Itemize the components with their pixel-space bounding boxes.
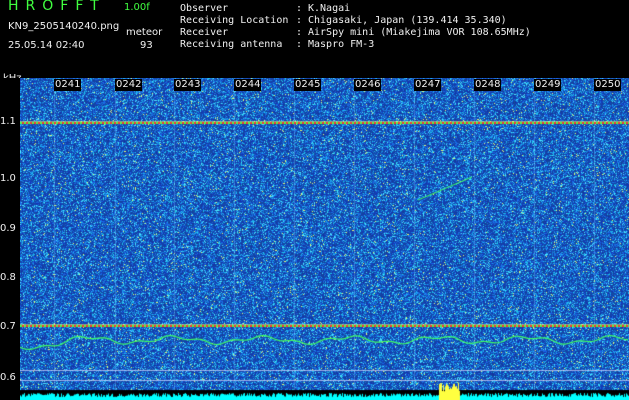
y-tick-label: 0.6 [0,372,16,383]
x-tick-label: 0244 [234,79,262,91]
datetime-label: 25.05.14 02:40 [8,40,85,51]
x-tick-label: 0245 [294,79,322,91]
colon: : [296,39,303,50]
filename-label: KN9_2505140240.png [8,21,120,32]
location-label: Receiving Location [180,15,289,26]
spectrogram-canvas [20,78,629,400]
observer-label: Observer [180,3,229,14]
x-tick-label: 0248 [474,79,502,91]
colon: : [296,3,303,14]
colon: : [296,15,303,26]
y-tick-label: 0.7 [0,321,16,332]
y-tick-label: 0.8 [0,272,16,283]
colon: : [296,27,303,38]
mode-label: meteor [126,27,163,38]
y-tick-label: 1.1 [0,116,16,127]
x-tick-label: 0243 [174,79,202,91]
mode-value: 93 [140,40,153,51]
receiver-label: Receiver [180,27,229,38]
y-tick-label: 0.9 [0,223,16,234]
x-tick-label: 0247 [414,79,442,91]
x-tick-label: 0242 [115,79,143,91]
y-tick-label: 1.0 [0,173,16,184]
version-label: 1.00f [124,2,150,13]
x-tick-label: 0250 [594,79,622,91]
x-tick-label: 0249 [534,79,562,91]
antenna-value: Maspro FM-3 [308,39,375,50]
app-title: HROFFT [8,0,106,14]
antenna-label: Receiving antenna [180,39,283,50]
header-panel: HROFFT 1.00f KN9_2505140240.png 25.05.14… [0,0,629,84]
location-value: Chigasaki, Japan (139.414 35.340) [308,15,507,26]
x-tick-label: 0246 [354,79,382,91]
y-axis: 1.1 1.0 0.9 0.8 0.7 0.6 [0,78,20,400]
observer-value: K.Nagai [308,3,351,14]
x-tick-label: 0241 [54,79,82,91]
receiver-value: AirSpy mini (Miakejima VOR 108.65MHz) [308,27,531,38]
